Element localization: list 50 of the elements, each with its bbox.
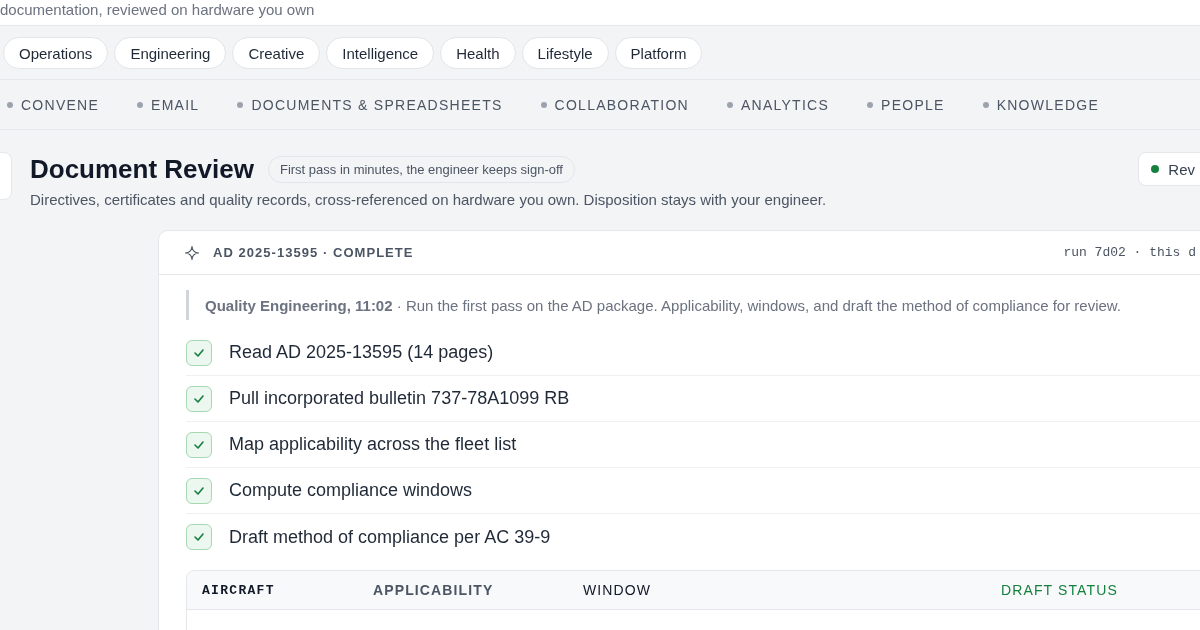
category-link[interactable]: COLLABORATION [540, 96, 689, 113]
step-checkbox[interactable] [186, 339, 212, 366]
step-checkbox[interactable] [186, 524, 212, 550]
column-header: WINDOW [583, 582, 652, 598]
dot-icon [540, 101, 547, 108]
category-link[interactable]: PEOPLE [867, 96, 945, 113]
suite-tab[interactable]: Creative [232, 37, 321, 69]
check-icon [194, 440, 204, 449]
category-link[interactable]: KNOWLEDGE [982, 96, 1099, 113]
step-checkbox[interactable] [186, 477, 212, 504]
tagline-badge: First pass in minutes, the engineer keeps sign-off [267, 155, 575, 183]
status-dot-icon [1151, 165, 1160, 173]
category-link[interactable]: CONVENE [7, 96, 100, 113]
step-label: Draft method of compliance per AC 39-9 [229, 526, 551, 548]
dot-icon [982, 101, 989, 108]
step-label: Pull incorporated bulletin 737-78A1099 RB [229, 388, 570, 409]
column-header: AIRCRAFT [202, 582, 275, 598]
step-label: Read AD 2025-13595 (14 pages) [229, 342, 494, 363]
dot-icon [137, 101, 144, 108]
step-label: Map applicability across the fleet list [229, 434, 517, 455]
run-meta: run 7d02 · this d [1063, 245, 1196, 260]
page-subtitle: Directives, certificates and quality records, cross-referenced on hardware you own. Disposition stays with your engineer. [30, 191, 828, 209]
suite-tab[interactable]: Intelligence [326, 37, 435, 69]
check-icon [194, 533, 204, 541]
dot-icon [7, 101, 13, 108]
sparkle-icon [185, 245, 199, 260]
status-button[interactable]: Rev [1138, 152, 1200, 186]
dot-icon [867, 101, 874, 108]
suite-tab[interactable]: Platform [614, 37, 703, 69]
suite-tab[interactable]: Lifestyle [521, 37, 609, 69]
category-link[interactable]: EMAIL [137, 96, 200, 113]
check-icon [194, 486, 204, 495]
run-title: AD 2025-13595 · COMPLETE [213, 245, 414, 260]
intro-text: documentation, reviewed on hardware you own [0, 1, 315, 19]
step-label: Compute compliance windows [229, 480, 473, 501]
check-icon [194, 394, 204, 403]
column-header: APPLICABILITY [373, 582, 494, 598]
step-checkbox[interactable] [186, 431, 212, 458]
suite-tab[interactable]: Operations [3, 37, 109, 69]
category-link[interactable]: DOCUMENTS & SPREADSHEETS [237, 96, 503, 113]
dot-icon [237, 101, 244, 108]
request-note: Quality Engineering, 11:02 · Run the first pass on the AD package. Applicability, windows, and draft the method of compliance for review. [186, 290, 1200, 320]
dot-icon [726, 101, 733, 108]
check-icon [194, 348, 204, 357]
category-link[interactable]: ANALYTICS [726, 96, 830, 113]
suite-tab[interactable]: Engineering [114, 37, 227, 69]
step-checkbox[interactable] [186, 385, 212, 412]
column-header: DRAFT STATUS [1001, 582, 1118, 598]
page-title: Document Review [30, 153, 254, 185]
suite-tab[interactable]: Health [440, 37, 516, 69]
